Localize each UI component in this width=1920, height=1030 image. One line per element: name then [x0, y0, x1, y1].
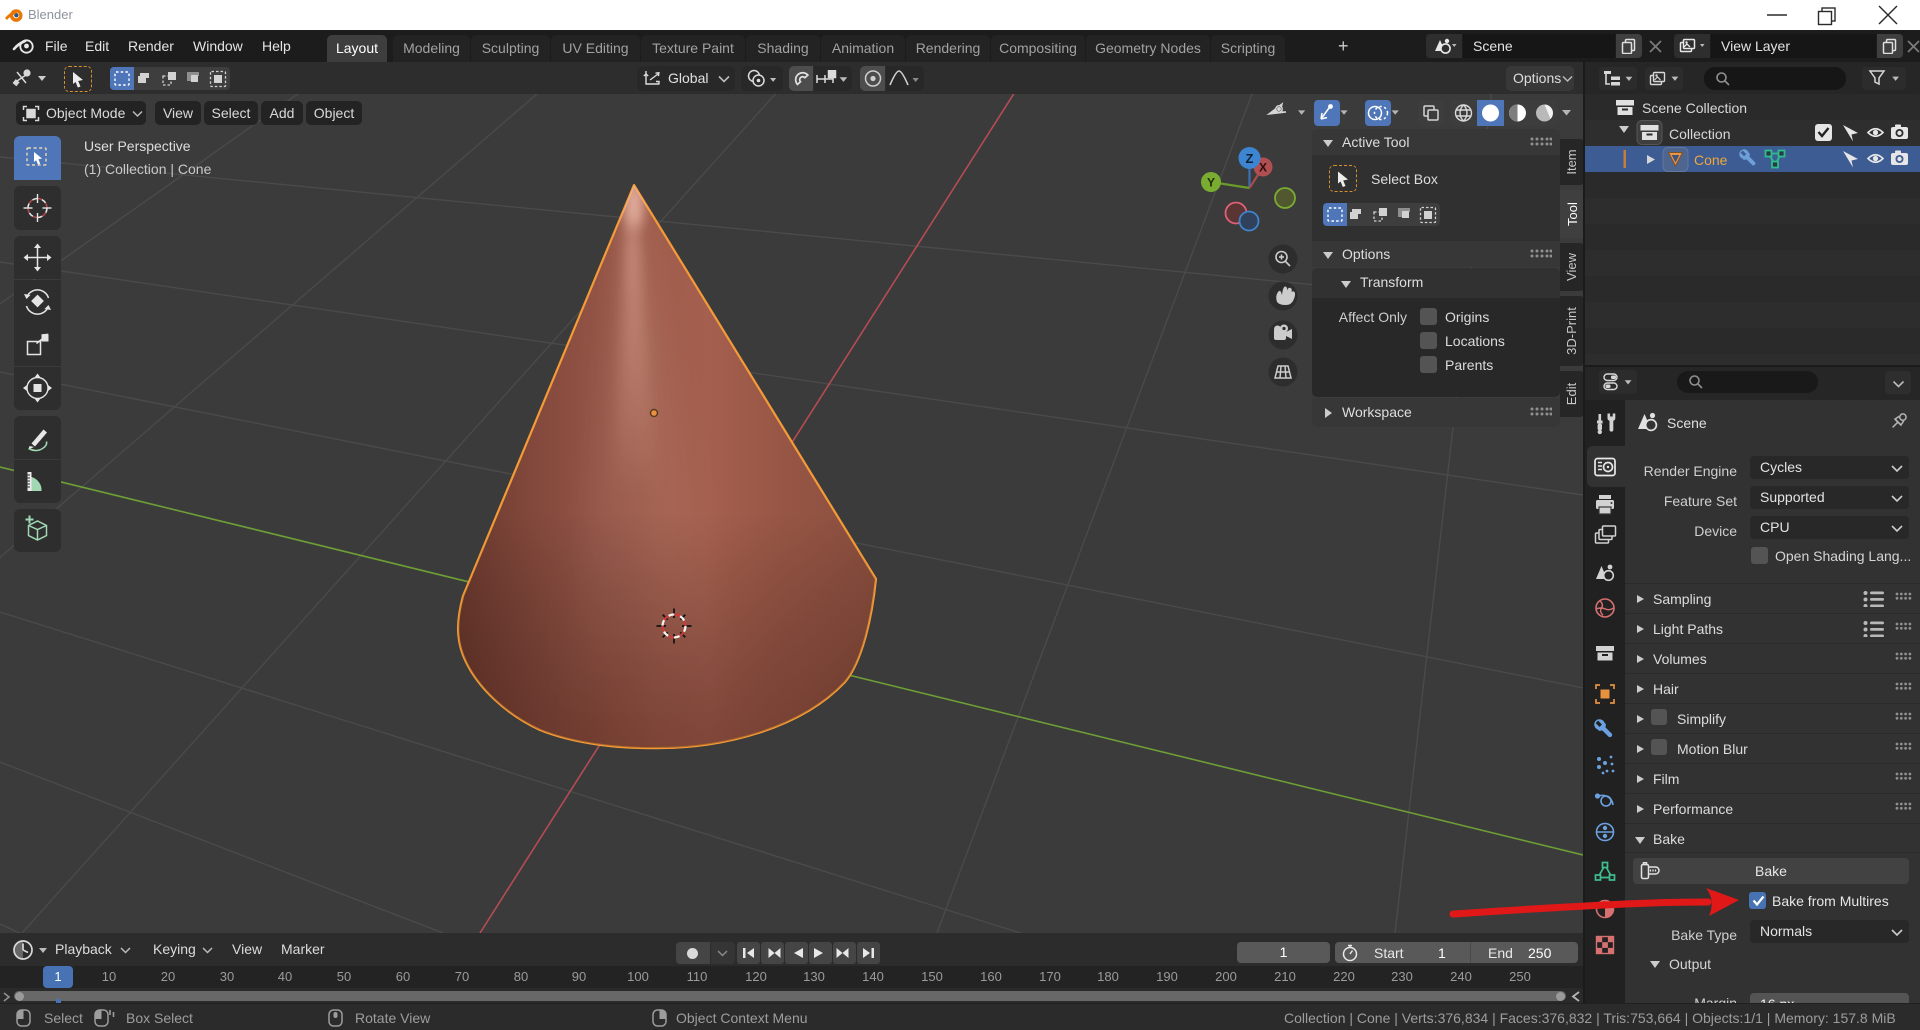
svg-text:Cone: Cone [1694, 152, 1728, 168]
svg-text:Y: Y [1207, 176, 1215, 190]
svg-text:X: X [1259, 161, 1267, 175]
svg-text:Z: Z [1246, 151, 1254, 166]
